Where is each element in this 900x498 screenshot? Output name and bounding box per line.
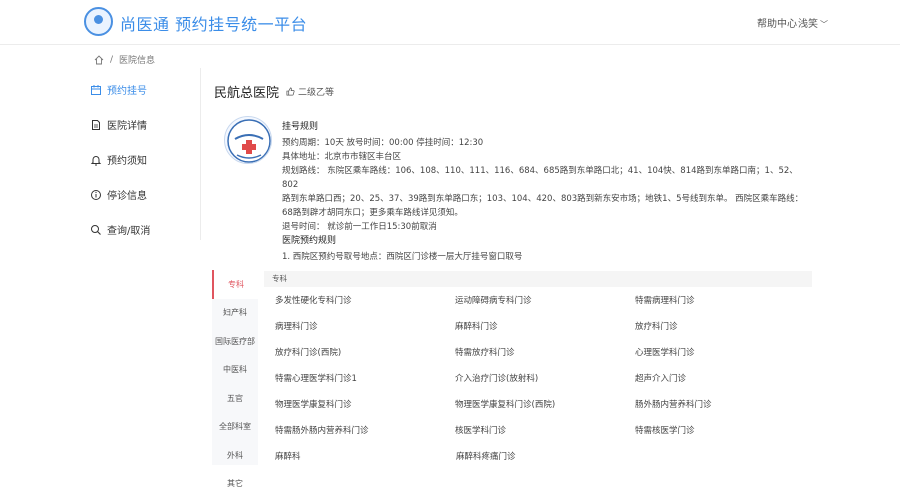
- breadcrumb-separator: /: [110, 55, 113, 65]
- department-item[interactable]: 介入治疗门诊(放射科): [455, 368, 635, 394]
- department-tab-all[interactable]: 全部科室: [212, 413, 258, 442]
- sidebar: 预约挂号 医院详情 预约须知 停诊信息 查询/取消: [90, 72, 200, 247]
- department-nav: 专科 妇产科 国际医疗部 中医科 五官 全部科室 外科 其它: [212, 270, 258, 498]
- department-grid: 多发性硬化专科门诊 运动障碍病专科门诊 特需病理科门诊 病理科门诊 麻醉科门诊 …: [275, 290, 815, 472]
- department-tab-tcm[interactable]: 中医科: [212, 356, 258, 385]
- sidebar-item-notice[interactable]: 预约须知: [90, 142, 200, 177]
- department-item[interactable]: 麻醉科门诊: [455, 316, 635, 342]
- department-row: 放疗科门诊(西院) 特需放疗科门诊 心理医学科门诊: [275, 342, 815, 368]
- department-item[interactable]: 肠外肠内营养科门诊: [635, 394, 815, 420]
- thumbs-up-icon: [286, 87, 295, 96]
- department-row: 病理科门诊 麻醉科门诊 放疗科门诊: [275, 316, 815, 342]
- department-item[interactable]: 放疗科门诊: [635, 316, 815, 342]
- department-row: 特需心理医学科门诊1 介入治疗门诊(放射科) 超声介入门诊: [275, 368, 815, 394]
- sidebar-item-label: 医院详情: [107, 117, 147, 132]
- department-item[interactable]: 放疗科门诊(西院): [275, 342, 455, 368]
- department-item[interactable]: 麻醉科: [275, 446, 456, 472]
- department-item[interactable]: 病理科门诊: [275, 316, 455, 342]
- department-tab-other[interactable]: 其它: [212, 470, 258, 498]
- department-item[interactable]: 多发性硬化专科门诊: [275, 290, 455, 316]
- sidebar-item-suspension[interactable]: 停诊信息: [90, 177, 200, 212]
- sidebar-item-label: 预约须知: [107, 152, 147, 167]
- department-tab-obstetrics[interactable]: 妇产科: [212, 299, 258, 328]
- department-item[interactable]: 物理医学康复科门诊(西院): [455, 394, 635, 420]
- booking-rules: 挂号规则 预约周期：10天 放号时间：00:00 停挂时间：12:30 具体地址…: [282, 120, 812, 264]
- booking-rule-item: 1. 西院区预约号取号地点：西院区门诊楼一层大厅挂号窗口取号: [282, 250, 812, 264]
- chevron-down-icon: ﹀: [820, 20, 828, 29]
- site-title[interactable]: 尚医通 预约挂号统一平台: [120, 11, 307, 35]
- hospital-emblem-icon: [225, 117, 272, 164]
- sidebar-item-query-cancel[interactable]: 查询/取消: [90, 212, 200, 247]
- breadcrumb: / 医院信息: [94, 53, 155, 66]
- department-item[interactable]: 特需心理医学科门诊1: [275, 368, 455, 394]
- department-section-title: 专科: [264, 271, 812, 287]
- calendar-icon: [90, 84, 102, 96]
- logo-icon[interactable]: [84, 7, 113, 36]
- department-item[interactable]: 特需放疗科门诊: [455, 342, 635, 368]
- rules-cycle: 预约周期：10天 放号时间：00:00 停挂时间：12:30: [282, 136, 812, 150]
- document-icon: [90, 119, 102, 131]
- hospital-name: 民航总医院: [214, 82, 279, 101]
- rules-title: 挂号规则: [282, 120, 812, 134]
- department-item[interactable]: 超声介入门诊: [635, 368, 815, 394]
- department-item[interactable]: 麻醉科疼痛门诊: [456, 446, 637, 472]
- department-item[interactable]: 心理医学科门诊: [635, 342, 815, 368]
- hospital-level: 二级乙等: [286, 85, 334, 98]
- department-row: 特需肠外肠内营养科门诊 核医学科门诊 特需核医学门诊: [275, 420, 815, 446]
- department-tab-specialty[interactable]: 专科: [212, 270, 258, 299]
- home-icon[interactable]: [94, 55, 104, 65]
- department-tab-ent[interactable]: 五官: [212, 384, 258, 413]
- sidebar-item-label: 查询/取消: [107, 222, 150, 237]
- bell-icon: [90, 154, 102, 166]
- rules-route-2: 路到东单路口西；20、25、37、39路到东单路口东；103、104、420、8…: [282, 192, 812, 206]
- department-item[interactable]: 特需病理科门诊: [635, 290, 815, 316]
- sidebar-item-booking[interactable]: 预约挂号: [90, 72, 200, 107]
- department-row: 麻醉科 麻醉科疼痛门诊: [275, 446, 815, 472]
- department-row: 多发性硬化专科门诊 运动障碍病专科门诊 特需病理科门诊: [275, 290, 815, 316]
- help-center-link[interactable]: 帮助中心: [757, 15, 797, 30]
- sidebar-item-label: 预约挂号: [107, 82, 147, 97]
- top-header: 尚医通 预约挂号统一平台 帮助中心 浅笑﹀: [0, 0, 900, 45]
- sidebar-item-hospital-detail[interactable]: 医院详情: [90, 107, 200, 142]
- hospital-logo: [224, 116, 272, 164]
- department-item[interactable]: 核医学科门诊: [455, 420, 635, 446]
- department-tab-surgery[interactable]: 外科: [212, 441, 258, 470]
- user-menu[interactable]: 浅笑﹀: [798, 15, 828, 30]
- department-row: 物理医学康复科门诊 物理医学康复科门诊(西院) 肠外肠内营养科门诊: [275, 394, 815, 420]
- rules-address: 具体地址：北京市市辖区丰台区: [282, 150, 812, 164]
- department-tab-international[interactable]: 国际医疗部: [212, 327, 258, 356]
- department-item[interactable]: 运动障碍病专科门诊: [455, 290, 635, 316]
- rules-quit: 退号时间： 就诊前一工作日15:30前取消: [282, 220, 812, 234]
- sidebar-item-label: 停诊信息: [107, 187, 147, 202]
- rules-route-3: 68路到辟才胡同东口；更多乘车路线详见须知。: [282, 206, 812, 220]
- department-item[interactable]: 物理医学康复科门诊: [275, 394, 455, 420]
- sidebar-divider: [200, 68, 201, 240]
- department-item[interactable]: 特需核医学门诊: [635, 420, 815, 446]
- hospital-level-text: 二级乙等: [298, 85, 334, 98]
- user-name: 浅笑: [798, 19, 818, 30]
- info-icon: [90, 189, 102, 201]
- breadcrumb-current: 医院信息: [119, 53, 155, 66]
- rules-route-1: 规划路线： 东院区乘车路线：106、108、110、111、116、684、68…: [282, 164, 812, 192]
- search-icon: [90, 224, 102, 236]
- booking-rules-title: 医院预约规则: [282, 234, 812, 248]
- department-item[interactable]: 特需肠外肠内营养科门诊: [275, 420, 455, 446]
